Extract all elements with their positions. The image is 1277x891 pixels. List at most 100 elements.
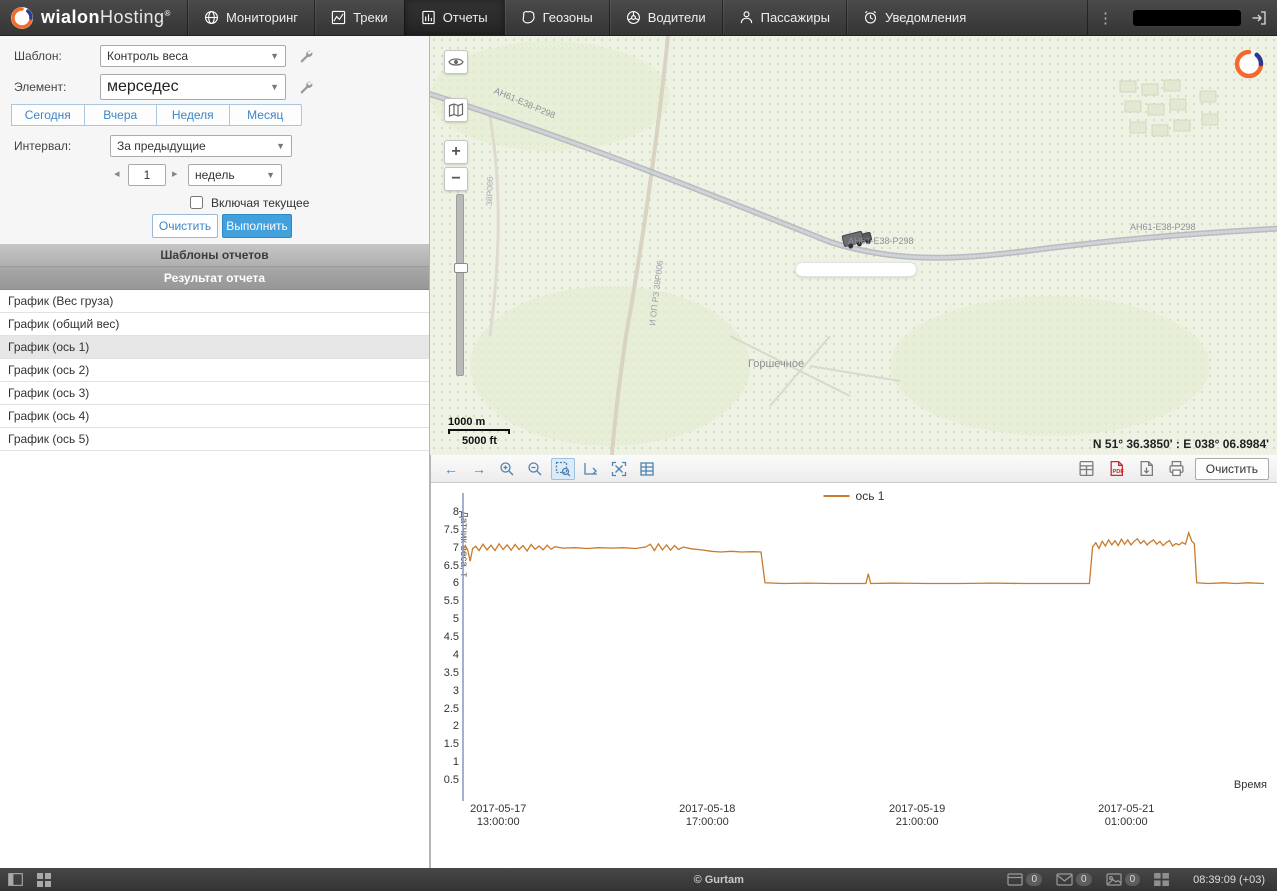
overflow-menu-button[interactable]: ⋮: [1087, 0, 1123, 35]
map-view[interactable]: И ОП РЗ 38Р006 38Р006 АН61-Е38-Р298 АН61…: [430, 36, 1277, 455]
apps-grid-icon[interactable]: [37, 873, 51, 887]
tab-geofences[interactable]: Геозоны: [504, 0, 609, 35]
grid-icon: [37, 873, 51, 887]
template-settings-button[interactable]: [296, 46, 316, 66]
printer-icon: [1168, 460, 1185, 477]
chart-data-table-button[interactable]: [635, 458, 659, 480]
eye-icon: [448, 54, 464, 70]
report-result-item[interactable]: График (общий вес): [0, 313, 429, 336]
data-table-icon: [639, 461, 655, 477]
tab-drivers[interactable]: Водители: [609, 0, 722, 35]
drivers-icon: [626, 10, 641, 25]
y-tick-label: 7.5: [433, 524, 459, 536]
y-tick-label: 7: [433, 542, 459, 554]
map-layers-button[interactable]: [444, 98, 468, 122]
y-tick-label: 8: [433, 506, 459, 518]
tab-monitoring[interactable]: Мониторинг: [187, 0, 314, 35]
x-tick-label: 2017-05-1713:00:00: [470, 803, 526, 829]
report-result-item[interactable]: График (ось 4): [0, 405, 429, 428]
tab-tracks[interactable]: Треки: [314, 0, 404, 35]
chart-back-button[interactable]: ←: [439, 458, 463, 480]
export-pdf-button[interactable]: PDF: [1105, 458, 1129, 480]
chart-plot-area[interactable]: ось 1 Датчик веса, т Время 87.576.565.55…: [431, 483, 1277, 868]
quick-range-button[interactable]: Неделя: [156, 104, 230, 126]
quick-range-button[interactable]: Вчера: [84, 104, 158, 126]
tab-label: Отчеты: [443, 10, 488, 25]
chart-toolbar: ← → PDF: [431, 455, 1277, 483]
chart-clear-button[interactable]: Очистить: [1195, 458, 1269, 480]
user-name-redacted[interactable]: [1133, 10, 1241, 26]
zoom-slider[interactable]: [456, 194, 464, 376]
print-button[interactable]: [1165, 458, 1189, 480]
x-tick-label: 2017-05-2101:00:00: [1098, 803, 1154, 829]
interval-count-input[interactable]: [128, 164, 166, 186]
chevron-down-icon: ▼: [276, 141, 285, 151]
tab-passengers[interactable]: Пассажиры: [722, 0, 846, 35]
interval-unit-value: недель: [195, 168, 260, 182]
unit-tooltip: [795, 262, 917, 277]
clear-report-button[interactable]: Очистить: [152, 214, 218, 238]
tab-label: Геозоны: [543, 10, 593, 25]
tab-label: Уведомления: [885, 10, 966, 25]
scale-rule: [448, 429, 510, 434]
zoom-slider-handle[interactable]: [454, 263, 468, 273]
unit-select[interactable]: мерседес ▼: [100, 74, 286, 100]
export-excel-button[interactable]: [1075, 458, 1099, 480]
scale-feet: 5000 ft: [448, 435, 510, 447]
map-source-icon: [448, 102, 464, 118]
count-decrement-button[interactable]: ◂: [114, 167, 120, 180]
quick-range-button[interactable]: Сегодня: [11, 104, 85, 126]
interval-type-select[interactable]: За предыдущие ▼: [110, 135, 292, 157]
templates-section-header[interactable]: Шаблоны отчетов: [0, 244, 429, 267]
x-tick-label: 2017-05-1817:00:00: [679, 803, 735, 829]
chart-zoom-out-button[interactable]: [523, 458, 547, 480]
jobs-count-badge: 0: [1026, 873, 1042, 886]
execute-report-button[interactable]: Выполнить: [222, 214, 292, 238]
top-navigation-bar: wialonHosting® Мониторинг Треки Отчеты Г…: [0, 0, 1277, 36]
log-table-icon[interactable]: [1154, 873, 1169, 886]
quick-range-button[interactable]: Месяц: [229, 104, 303, 126]
chart-forward-button[interactable]: →: [467, 458, 491, 480]
map-scale: 1000 m 5000 ft: [448, 416, 510, 447]
zoom-x-axis-icon: [583, 461, 599, 477]
result-section-header[interactable]: Результат отчета: [0, 267, 429, 290]
export-file-button[interactable]: [1135, 458, 1159, 480]
fit-extent-icon: [611, 461, 627, 477]
chevron-down-icon: ▼: [270, 82, 279, 92]
zoom-selection-icon: [555, 461, 571, 477]
zoom-out-button[interactable]: −: [444, 167, 468, 191]
count-increment-button[interactable]: ▸: [172, 167, 178, 180]
tab-reports[interactable]: Отчеты: [404, 0, 504, 35]
media-status[interactable]: 0: [1106, 873, 1141, 886]
y-tick-label: 5.5: [433, 595, 459, 607]
report-result-item[interactable]: График (ось 5): [0, 428, 429, 451]
report-result-item[interactable]: График (Вес груза): [0, 290, 429, 313]
unit-settings-button[interactable]: [296, 77, 316, 97]
interval-unit-select[interactable]: недель ▼: [188, 164, 282, 186]
village-roads: [730, 336, 900, 406]
y-tick-label: 5: [433, 613, 459, 625]
chart-zoom-selection-button[interactable]: [551, 458, 575, 480]
zoom-in-button[interactable]: +: [444, 140, 468, 164]
reports-icon: [421, 10, 436, 25]
toggle-panel-icon[interactable]: [8, 873, 23, 886]
include-current-checkbox[interactable]: [190, 196, 203, 209]
zoom-in-icon: [499, 461, 515, 477]
messages-status[interactable]: 0: [1056, 873, 1092, 886]
chart-zoom-in-button[interactable]: [495, 458, 519, 480]
vertical-road-label-2: 38Р006: [484, 176, 495, 206]
zoom-out-icon: [527, 461, 543, 477]
report-result-item[interactable]: График (ось 2): [0, 359, 429, 382]
y-tick-label: 1: [433, 756, 459, 768]
residential-area: [1120, 80, 1218, 136]
geofences-icon: [521, 10, 536, 25]
chart-fit-button[interactable]: [607, 458, 631, 480]
jobs-status[interactable]: 0: [1007, 873, 1042, 886]
map-visibility-button[interactable]: [444, 50, 468, 74]
template-select[interactable]: Контроль веса ▼: [100, 45, 286, 67]
report-result-item[interactable]: График (ось 1): [0, 336, 429, 359]
logout-icon[interactable]: [1251, 10, 1267, 26]
chart-zoom-x-button[interactable]: [579, 458, 603, 480]
tab-notifications[interactable]: Уведомления: [846, 0, 982, 35]
report-result-item[interactable]: График (ось 3): [0, 382, 429, 405]
